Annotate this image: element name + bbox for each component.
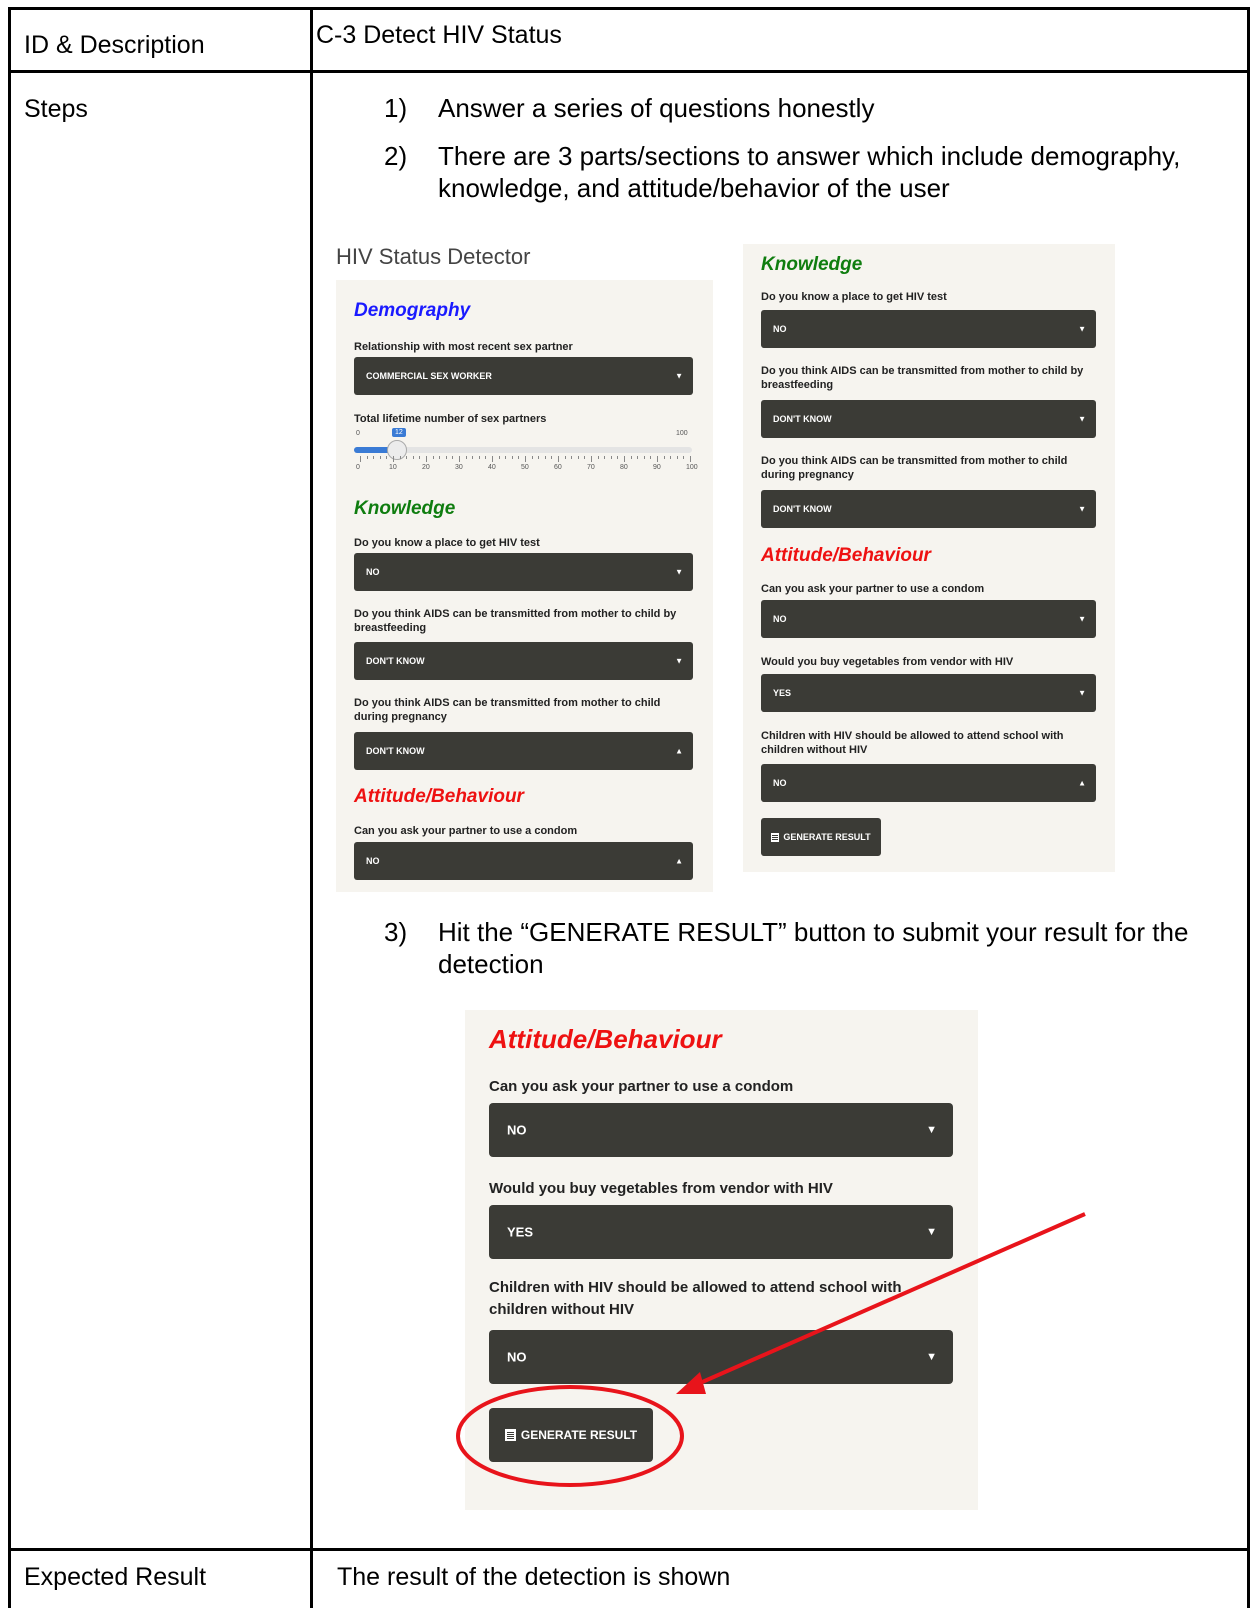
arrow-line (699, 1212, 1086, 1385)
annotation-overlay (456, 1212, 1086, 1487)
arrow-head-icon (676, 1372, 706, 1394)
highlight-circle (456, 1385, 684, 1487)
